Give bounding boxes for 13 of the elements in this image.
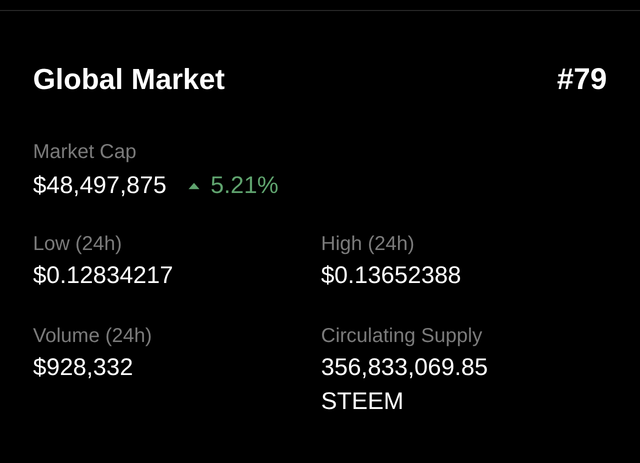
rank-label: #79: [556, 63, 607, 97]
stat-value: $0.13652388: [321, 261, 462, 291]
stat-label: Low (24h): [33, 232, 123, 257]
stat-label: Circulating Supply: [321, 324, 484, 349]
change-percent: 5.21%: [210, 172, 279, 200]
stat-value: 356,833,069.85 STEEM: [321, 353, 489, 417]
stat-value: $48,497,875: [33, 171, 166, 201]
card-title: Global Market: [33, 64, 225, 96]
stat-label: High (24h): [321, 232, 416, 257]
stat-value: $0.12834217: [33, 261, 174, 291]
stat-label: Market Cap: [33, 140, 138, 165]
stat-label: Volume (24h): [33, 324, 153, 349]
stat-value: $928,332: [33, 353, 134, 383]
